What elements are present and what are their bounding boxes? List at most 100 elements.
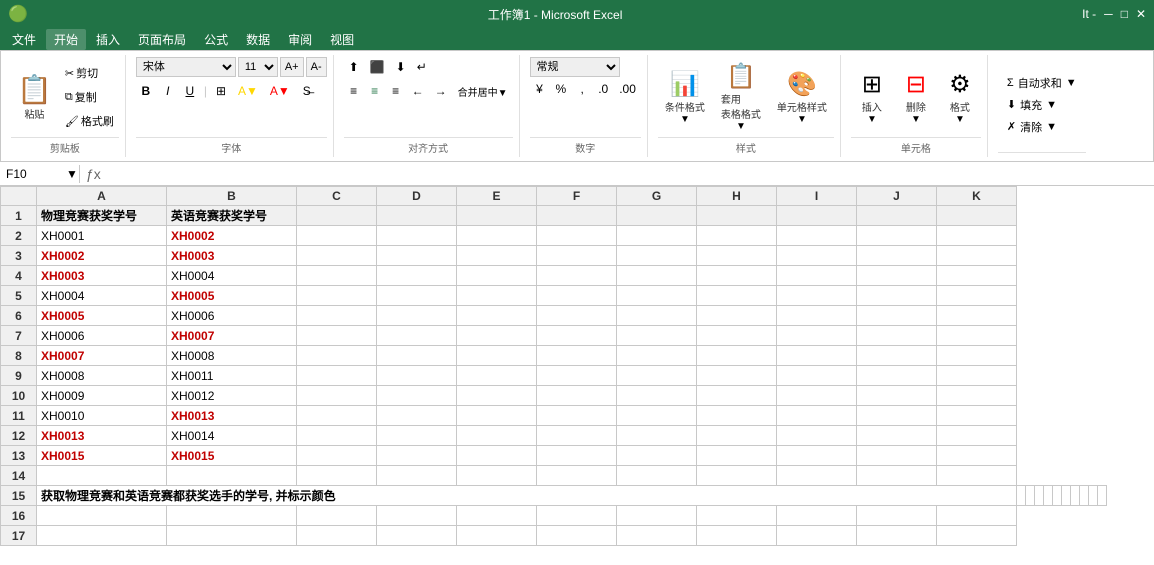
cell[interactable]	[697, 206, 777, 226]
row-header-8[interactable]: 8	[1, 346, 37, 366]
cell[interactable]	[697, 426, 777, 446]
cell[interactable]	[537, 286, 617, 306]
cell[interactable]	[297, 446, 377, 466]
cell[interactable]	[457, 426, 537, 446]
cell[interactable]	[537, 386, 617, 406]
cell[interactable]	[697, 246, 777, 266]
cell[interactable]	[1089, 486, 1098, 506]
cell[interactable]	[777, 506, 857, 526]
cell[interactable]	[537, 326, 617, 346]
cell[interactable]: XH0007	[37, 346, 167, 366]
cell[interactable]	[1017, 486, 1026, 506]
col-header-F[interactable]: F	[537, 187, 617, 206]
cell[interactable]: XH0009	[37, 386, 167, 406]
cell[interactable]	[617, 226, 697, 246]
cell[interactable]	[857, 346, 937, 366]
cell[interactable]	[857, 246, 937, 266]
cell[interactable]	[697, 226, 777, 246]
cell[interactable]: XH0003	[167, 246, 297, 266]
cell[interactable]	[457, 466, 537, 486]
cell[interactable]	[1053, 486, 1062, 506]
align-bottom-button[interactable]: ⬇	[391, 57, 411, 77]
cell[interactable]	[617, 426, 697, 446]
cell[interactable]	[937, 466, 1017, 486]
row-header-4[interactable]: 4	[1, 266, 37, 286]
cell[interactable]: XH0001	[37, 226, 167, 246]
cell[interactable]	[937, 286, 1017, 306]
cell[interactable]	[457, 406, 537, 426]
cell[interactable]	[377, 406, 457, 426]
cell[interactable]: XH0003	[37, 266, 167, 286]
cell[interactable]	[167, 526, 297, 546]
cell[interactable]	[377, 306, 457, 326]
cell[interactable]: XH0011	[167, 366, 297, 386]
cell[interactable]	[777, 346, 857, 366]
indent-inc-button[interactable]: →	[430, 81, 452, 101]
number-format-select[interactable]: 常规	[530, 57, 620, 77]
cell[interactable]	[1062, 486, 1071, 506]
cell[interactable]: XH0005	[37, 306, 167, 326]
cell[interactable]: XH0002	[167, 226, 297, 246]
cell[interactable]	[297, 266, 377, 286]
cell[interactable]: XH0006	[37, 326, 167, 346]
align-left-button[interactable]: ≡	[344, 81, 364, 101]
paste-button[interactable]: 📋 粘贴	[11, 71, 58, 123]
cell[interactable]: XH0013	[37, 426, 167, 446]
cell[interactable]	[937, 246, 1017, 266]
cell[interactable]	[937, 446, 1017, 466]
cell[interactable]	[297, 206, 377, 226]
cell[interactable]	[297, 466, 377, 486]
cell[interactable]	[697, 326, 777, 346]
cell[interactable]: XH0006	[167, 306, 297, 326]
cell[interactable]	[377, 466, 457, 486]
cell[interactable]	[297, 306, 377, 326]
row-header-3[interactable]: 3	[1, 246, 37, 266]
menu-home[interactable]: 开始	[46, 29, 86, 50]
cell[interactable]	[297, 386, 377, 406]
row-header-6[interactable]: 6	[1, 306, 37, 326]
copy-button[interactable]: ⧉ 复制	[60, 86, 119, 108]
cell[interactable]	[777, 326, 857, 346]
cell[interactable]	[937, 406, 1017, 426]
function-wizard-icon[interactable]: ƒx	[80, 166, 107, 182]
align-center-button[interactable]: ≡	[365, 81, 385, 101]
cell[interactable]	[297, 366, 377, 386]
cell[interactable]	[617, 526, 697, 546]
cell[interactable]	[1035, 486, 1044, 506]
cell[interactable]	[617, 386, 697, 406]
cell[interactable]	[697, 266, 777, 286]
cell[interactable]	[777, 526, 857, 546]
row-header-9[interactable]: 9	[1, 366, 37, 386]
cell[interactable]	[377, 266, 457, 286]
percent-button[interactable]: %	[551, 79, 572, 99]
cell[interactable]	[1098, 486, 1107, 506]
cell[interactable]	[297, 346, 377, 366]
cell[interactable]	[777, 466, 857, 486]
cell[interactable]	[377, 426, 457, 446]
cell[interactable]	[457, 286, 537, 306]
cell[interactable]	[857, 286, 937, 306]
cell[interactable]	[937, 206, 1017, 226]
cell[interactable]	[697, 366, 777, 386]
italic-button[interactable]: I	[158, 81, 178, 101]
cell[interactable]: 英语竞赛获奖学号	[167, 206, 297, 226]
cell[interactable]	[1080, 486, 1089, 506]
row-header-17[interactable]: 17	[1, 526, 37, 546]
cell[interactable]	[697, 286, 777, 306]
cell[interactable]	[937, 266, 1017, 286]
menu-review[interactable]: 审阅	[280, 29, 320, 50]
cell[interactable]	[457, 266, 537, 286]
row-header-2[interactable]: 2	[1, 226, 37, 246]
cell[interactable]	[537, 246, 617, 266]
cell[interactable]	[857, 446, 937, 466]
col-header-H[interactable]: H	[697, 187, 777, 206]
cell[interactable]	[537, 266, 617, 286]
cell[interactable]	[457, 346, 537, 366]
border-button[interactable]: ⊞	[211, 81, 231, 101]
cell[interactable]: XH0004	[167, 266, 297, 286]
cell[interactable]	[457, 446, 537, 466]
table-format-button[interactable]: 📋 套用表格格式 ▼	[714, 57, 768, 137]
maximize-btn[interactable]: □	[1121, 7, 1128, 21]
formula-input[interactable]	[107, 165, 1154, 183]
cell[interactable]	[857, 406, 937, 426]
